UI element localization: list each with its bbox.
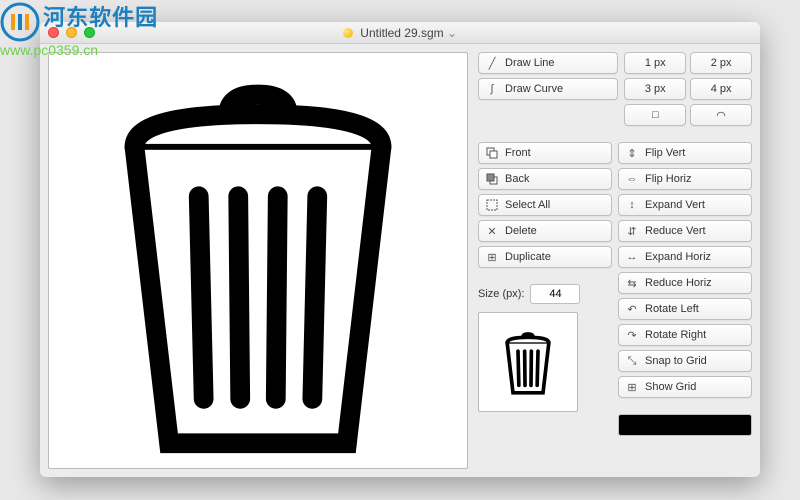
flip-vert-button[interactable]: ⇕ Flip Vert: [618, 142, 752, 164]
watermark: 河东软件园 www.pc0359.cn: [0, 0, 158, 58]
reduce-vert-button[interactable]: ⇵ Reduce Vert: [618, 220, 752, 242]
show-grid-button[interactable]: ⊞ Show Grid: [618, 376, 752, 398]
select-all-icon: [485, 199, 499, 211]
flip-horiz-button[interactable]: ⇔ Flip Horiz: [618, 168, 752, 190]
watermark-text: 河东软件园: [43, 5, 158, 30]
stroke-1px-button[interactable]: 1 px: [624, 52, 686, 74]
select-all-button[interactable]: Select All: [478, 194, 612, 216]
flip-vert-icon: ⇕: [625, 147, 639, 160]
grid-icon: ⊞: [625, 381, 639, 394]
delete-button[interactable]: ✕ Delete: [478, 220, 612, 242]
duplicate-button[interactable]: ⊞ Duplicate: [478, 246, 612, 268]
title-dropdown-icon: ⌄: [447, 26, 457, 40]
app-window: Untitled 29.sgm ⌄: [40, 22, 760, 477]
reduce-vert-icon: ⇵: [625, 225, 639, 238]
front-button[interactable]: Front: [478, 142, 612, 164]
rotate-left-icon: ↶: [625, 303, 639, 316]
document-icon: [343, 28, 353, 38]
reduce-horiz-button[interactable]: ⇆ Reduce Horiz: [618, 272, 752, 294]
shape-square-button[interactable]: □: [624, 104, 686, 126]
reduce-horiz-icon: ⇆: [625, 277, 639, 290]
stroke-4px-button[interactable]: 4 px: [690, 78, 752, 100]
delete-icon: ✕: [485, 225, 499, 238]
curve-icon: ∫: [485, 83, 499, 95]
expand-horiz-icon: ↔: [625, 251, 639, 263]
expand-vert-icon: ↕: [625, 199, 639, 211]
snap-to-grid-button[interactable]: ⤡ Snap to Grid: [618, 350, 752, 372]
watermark-url: www.pc0359.cn: [0, 42, 158, 58]
size-label: Size (px):: [478, 288, 524, 300]
trash-icon: [49, 53, 467, 468]
expand-horiz-button[interactable]: ↔ Expand Horiz: [618, 246, 752, 268]
line-icon: ╱: [485, 57, 499, 70]
stroke-3px-button[interactable]: 3 px: [624, 78, 686, 100]
rotate-right-button[interactable]: ↷ Rotate Right: [618, 324, 752, 346]
snap-icon: ⤡: [625, 355, 639, 368]
stroke-2px-button[interactable]: 2 px: [690, 52, 752, 74]
expand-vert-button[interactable]: ↕ Expand Vert: [618, 194, 752, 216]
arch-icon: ◠: [716, 109, 726, 122]
shape-arch-button[interactable]: ◠: [690, 104, 752, 126]
back-icon: [485, 173, 499, 185]
trash-preview-icon: [493, 327, 563, 397]
canvas[interactable]: [48, 52, 468, 469]
square-icon: □: [652, 109, 659, 121]
tools-panel: ╱ Draw Line ∫ Draw Curve 1 px 2 px 3 px …: [478, 52, 752, 469]
duplicate-icon: ⊞: [485, 251, 499, 264]
front-icon: [485, 147, 499, 159]
color-swatch[interactable]: [618, 414, 752, 436]
size-input[interactable]: [530, 284, 580, 304]
flip-horiz-icon: ⇔: [625, 173, 639, 185]
back-button[interactable]: Back: [478, 168, 612, 190]
rotate-right-icon: ↷: [625, 329, 639, 342]
preview-panel: [478, 312, 578, 412]
draw-line-button[interactable]: ╱ Draw Line: [478, 52, 618, 74]
draw-curve-button[interactable]: ∫ Draw Curve: [478, 78, 618, 100]
rotate-left-button[interactable]: ↶ Rotate Left: [618, 298, 752, 320]
